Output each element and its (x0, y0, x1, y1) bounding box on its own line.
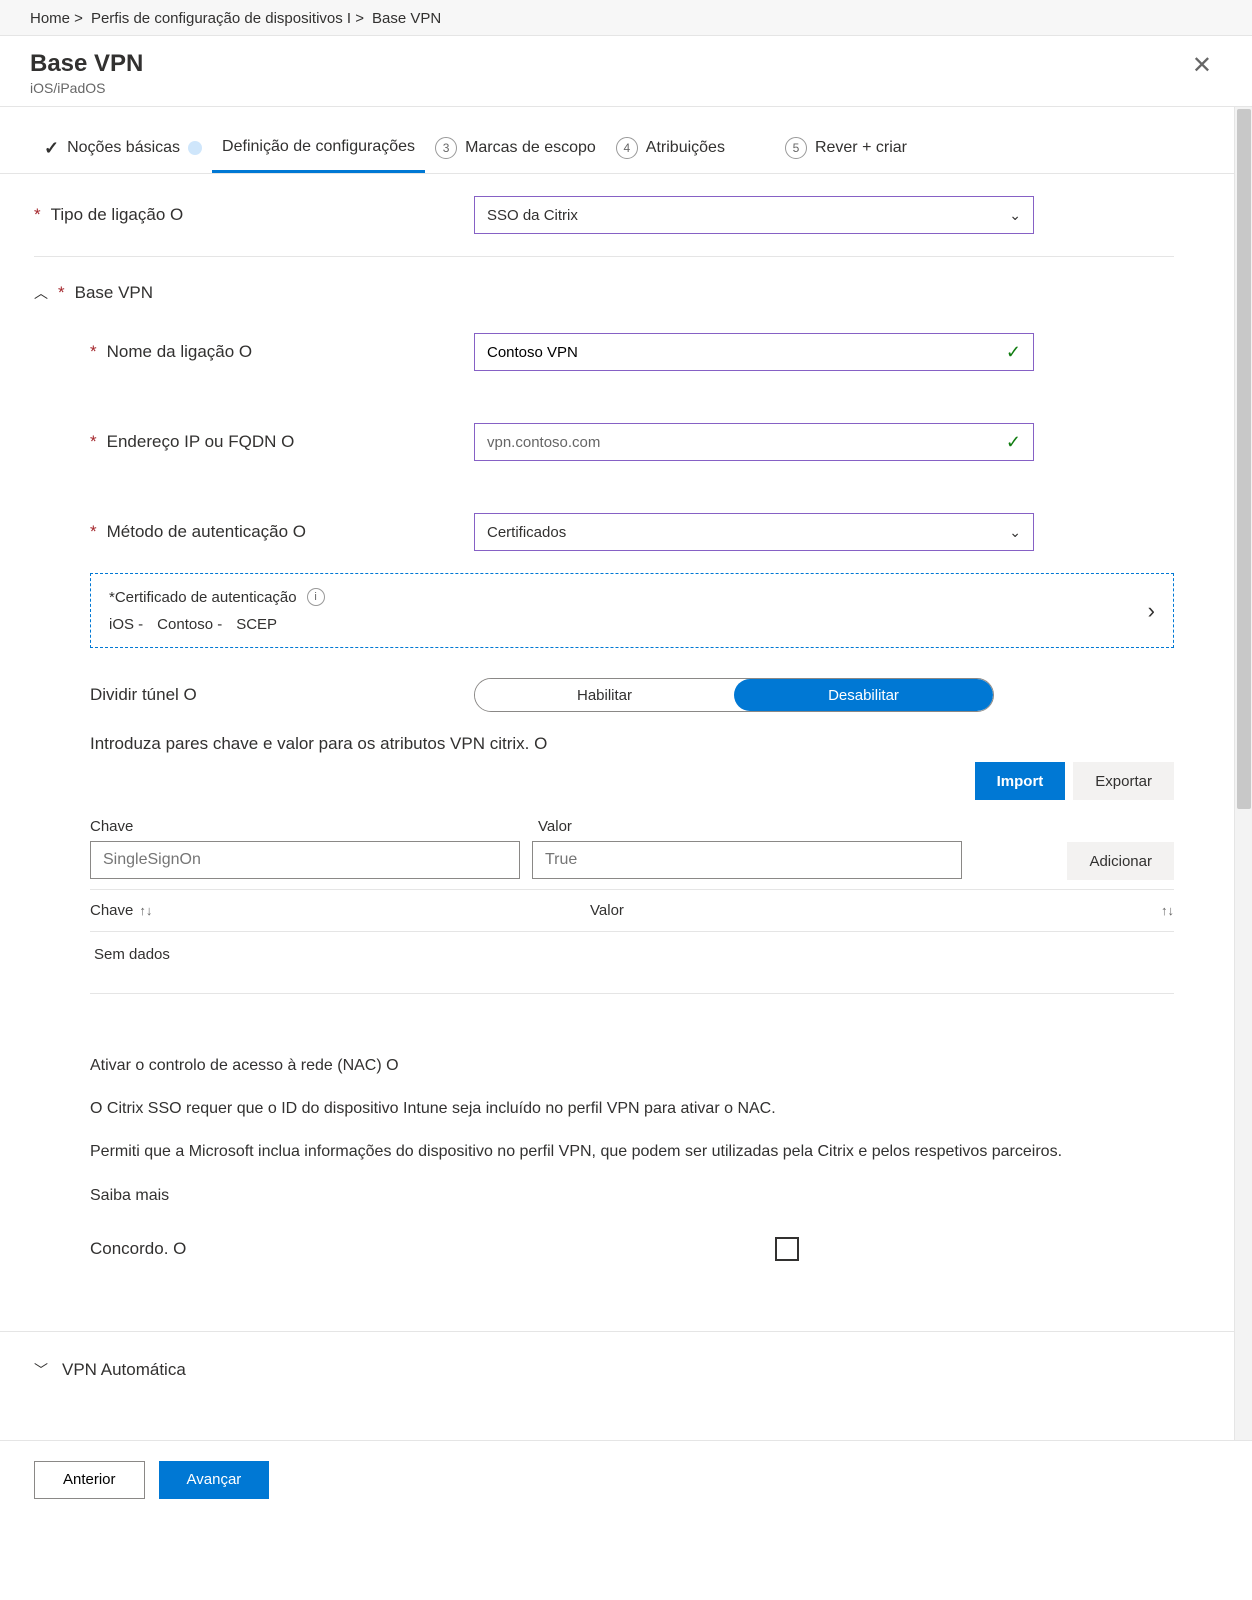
kv-value-input[interactable] (532, 841, 962, 879)
auth-method-select[interactable]: Certificados ⌄ (474, 513, 1034, 551)
tab-basics[interactable]: ✓ Noções básicas (34, 138, 212, 173)
page-subtitle: iOS/iPadOS (30, 80, 143, 96)
step-indicator-icon (188, 141, 202, 155)
chevron-down-icon: ﹀ (34, 1360, 48, 1380)
divider (34, 256, 1174, 257)
scrollbar[interactable] (1234, 107, 1252, 1440)
section-auto-vpn-header[interactable]: ﹀ VPN Automática (0, 1331, 1234, 1440)
tab-review-create[interactable]: 5 Rever + criar (775, 137, 917, 173)
tab-label: Atribuições (646, 139, 725, 157)
split-tunnel-label: Dividir túnel O (90, 685, 474, 705)
import-button[interactable]: Import (975, 762, 1066, 800)
nac-description-2: Permiti que a Microsoft inclua informaçõ… (90, 1140, 1174, 1163)
connection-name-input[interactable]: ✓ (474, 333, 1034, 371)
next-button[interactable]: Avançar (159, 1461, 270, 1499)
info-icon[interactable]: i (307, 588, 325, 606)
learn-more-link[interactable]: Saiba mais (90, 1184, 1174, 1207)
tab-label: Definição de configurações (222, 138, 415, 156)
step-number-badge: 5 (785, 137, 807, 159)
chevron-up-icon: ︿ (34, 283, 48, 303)
connection-name-field[interactable] (487, 344, 991, 361)
kv-key-input[interactable] (90, 841, 520, 879)
breadcrumb-item[interactable]: Home > (30, 10, 83, 27)
add-kv-button[interactable]: Adicionar (1067, 842, 1174, 880)
section-title: Base VPN (75, 283, 153, 303)
auth-certificate-picker[interactable]: *Certificado de autenticação i iOS - Con… (90, 573, 1174, 648)
previous-button[interactable]: Anterior (34, 1461, 145, 1499)
sort-icon: ↑↓ (139, 903, 152, 918)
auth-method-label: *Método de autenticação O (90, 522, 474, 542)
scrollbar-thumb[interactable] (1237, 109, 1251, 809)
connection-type-select[interactable]: SSO da Citrix ⌄ (474, 196, 1034, 234)
kv-th-value[interactable]: Valor (590, 902, 1114, 919)
kv-th-key[interactable]: Chave↑↓ (90, 902, 590, 919)
page-title: Base VPN (30, 50, 143, 78)
panel-header: Base VPN iOS/iPadOS ✕ (0, 36, 1252, 107)
address-field[interactable] (487, 434, 991, 451)
split-tunnel-disable[interactable]: Desabilitar (734, 679, 993, 711)
breadcrumb-item[interactable]: Perfis de configuração de dispositivos I… (91, 10, 364, 27)
split-tunnel-enable[interactable]: Habilitar (475, 679, 734, 711)
select-value: Certificados (487, 524, 566, 541)
kv-empty-text: Sem dados (90, 932, 1174, 994)
tab-label: Noções básicas (67, 139, 180, 157)
wizard-tabs: ✓ Noções básicas Definição de configuraç… (0, 107, 1234, 174)
kv-table-header: Chave↑↓ Valor ↑↓ (90, 889, 1174, 932)
nac-description-1: O Citrix SSO requer que o ID do disposit… (90, 1097, 1174, 1120)
address-label: *Endereço IP ou FQDN O (90, 432, 474, 452)
chevron-down-icon: ⌄ (1009, 207, 1021, 224)
auth-cert-value: iOS - Contoso - SCEP (109, 616, 325, 633)
tab-label: Marcas de escopo (465, 139, 596, 157)
chevron-right-icon: › (1148, 598, 1155, 624)
checkmark-icon: ✓ (44, 138, 59, 159)
kv-intro-text: Introduza pares chave e valor para os at… (90, 734, 1174, 754)
kv-value-label: Valor (538, 818, 978, 841)
section-base-vpn-header[interactable]: ︿ * Base VPN (34, 283, 1174, 303)
connection-name-label: *Nome da ligação O (90, 342, 474, 362)
wizard-footer: Anterior Avançar (0, 1440, 1252, 1523)
close-icon[interactable]: ✕ (1182, 50, 1222, 82)
sort-icon: ↑↓ (1161, 903, 1174, 918)
tab-scope-tags[interactable]: 3 Marcas de escopo (425, 137, 606, 173)
breadcrumb: Home > Perfis de configuração de disposi… (0, 0, 1252, 36)
valid-check-icon: ✓ (1006, 342, 1021, 363)
nac-title: Ativar o controlo de acesso à rede (NAC)… (90, 1054, 1174, 1077)
kv-key-label: Chave (90, 818, 530, 841)
export-button[interactable]: Exportar (1073, 762, 1174, 800)
address-input[interactable]: ✓ (474, 423, 1034, 461)
breadcrumb-item: Base VPN (372, 10, 441, 27)
tab-assignments[interactable]: 4 Atribuições (606, 137, 735, 173)
auth-cert-label: *Certificado de autenticação (109, 589, 297, 606)
step-number-badge: 4 (616, 137, 638, 159)
tab-label: Rever + criar (815, 139, 907, 157)
step-number-badge: 3 (435, 137, 457, 159)
tab-config-settings[interactable]: Definição de configurações (212, 138, 425, 173)
split-tunnel-toggle[interactable]: Habilitar Desabilitar (474, 678, 994, 712)
agree-checkbox[interactable] (775, 1237, 799, 1261)
valid-check-icon: ✓ (1006, 432, 1021, 453)
select-value: SSO da Citrix (487, 207, 578, 224)
section-title: VPN Automática (62, 1360, 186, 1380)
chevron-down-icon: ⌄ (1009, 524, 1021, 541)
connection-type-label: *Tipo de ligação O (34, 205, 474, 225)
agree-label: Concordo. O (90, 1239, 775, 1259)
